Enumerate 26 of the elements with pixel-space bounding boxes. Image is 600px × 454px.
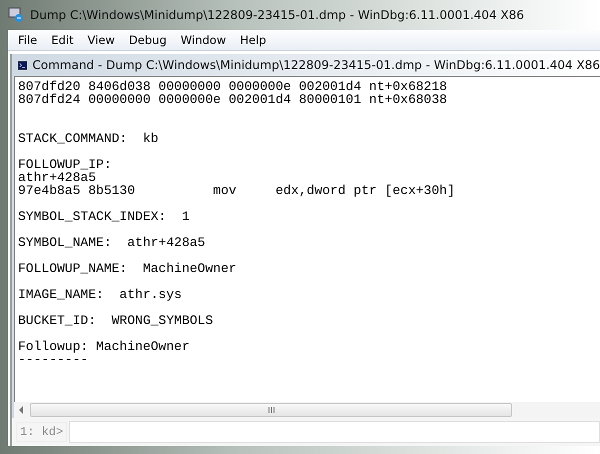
output-line: FOLLOWUP_IP: [18,158,113,171]
output-line: IMAGE_NAME: athr.sys [18,288,183,301]
menu-item[interactable]: Edit [45,33,80,47]
scrollbar-thumb[interactable] [30,403,512,417]
scroll-left-icon[interactable] [18,406,24,414]
prompt-label: 1: kd> [16,422,68,442]
window-title: Dump C:\Windows\Minidump\122809-23415-01.dmp - WinDbg:6.11.0001.404 X86 [30,8,524,22]
output-line: FOLLOWUP_NAME: MachineOwner [18,262,238,275]
menu-item[interactable]: Help [234,33,272,47]
child-window-title: Command - Dump C:\Windows\Minidump\122809-23415-01.dmp - WinDbg:6.11.0001.404 X86 [32,58,600,72]
menu-item[interactable]: File [12,33,44,47]
output-line: 807dfd20 8406d038 00000000 0000000e 002001d4 nt+0x68218 [18,80,448,93]
menu-item[interactable]: View [82,33,121,47]
menu-item[interactable]: Debug [122,33,173,47]
menu-item[interactable]: Window [174,33,232,47]
output-line: STACK_COMMAND: kb [18,132,160,145]
output-line: SYMBOL_STACK_INDEX: 1 [18,210,191,223]
output-line: BUCKET_ID: WRONG_SYMBOLS [18,314,214,327]
output-line: --------- [18,353,90,366]
output-line: 97e4b8a5 8b5130 mov edx,dword ptr [ecx+30h] [18,184,456,197]
app-icon [8,7,24,23]
output-line: Followup: MachineOwner [18,340,191,353]
output-line: SYMBOL_NAME: athr+428a5 [18,236,206,249]
grip-icon [268,407,274,413]
output-line: 807dfd24 00000000 0000000e 002001d4 80000101 nt+0x68038 [18,93,448,106]
output-line: athr+428a5 [18,171,96,184]
